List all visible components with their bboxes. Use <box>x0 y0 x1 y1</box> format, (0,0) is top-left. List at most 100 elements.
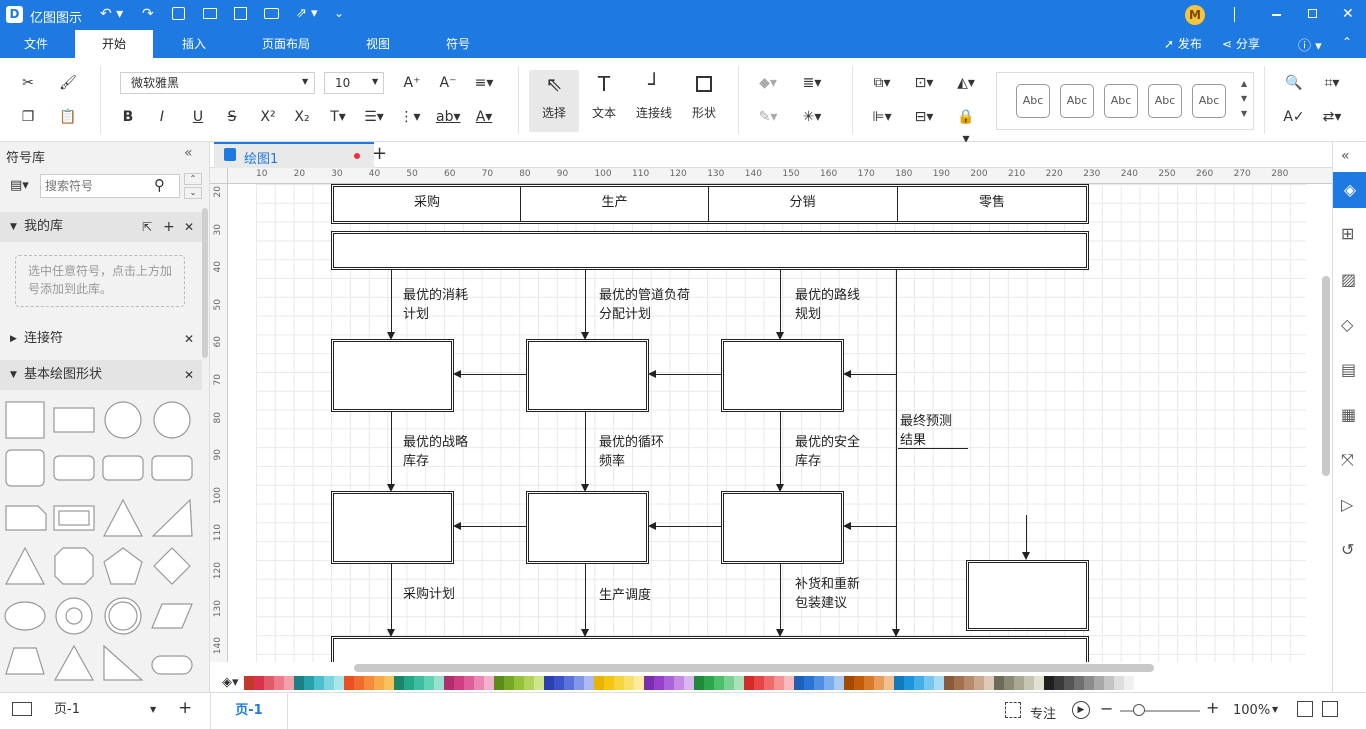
collapse-ribbon-icon[interactable]: ⌃ <box>1342 35 1352 49</box>
canvas-hscroll-thumb[interactable] <box>354 664 1154 672</box>
color-swatch[interactable] <box>394 676 404 690</box>
tab-home[interactable]: 开始 <box>75 30 153 58</box>
shrink-font-icon[interactable]: A⁻ <box>436 72 460 94</box>
color-swatch[interactable] <box>574 676 584 690</box>
triangle3-shape-icon[interactable] <box>53 644 95 681</box>
page-select[interactable]: 页-1 ▼ <box>46 699 160 721</box>
color-swatch[interactable] <box>414 676 424 690</box>
color-swatch[interactable] <box>1124 676 1134 690</box>
rectangle-shape-icon[interactable] <box>53 407 95 433</box>
color-swatch[interactable] <box>374 676 384 690</box>
color-swatch[interactable] <box>894 676 904 690</box>
style-preset-4[interactable]: Abc <box>1148 84 1182 118</box>
color-swatch[interactable] <box>344 676 354 690</box>
color-swatch[interactable] <box>994 676 1004 690</box>
color-swatch[interactable] <box>1104 676 1114 690</box>
zoom-level[interactable]: 100% <box>1233 703 1270 718</box>
color-swatch[interactable] <box>664 676 674 690</box>
tab-page-layout[interactable]: 页面布局 <box>250 30 322 58</box>
font-color-icon[interactable]: A▾ <box>472 106 496 128</box>
header-distribution[interactable]: 分销 <box>709 185 896 221</box>
print-icon[interactable] <box>264 8 279 19</box>
page-overview-icon[interactable] <box>12 702 32 716</box>
header-retail[interactable]: 零售 <box>898 185 1086 221</box>
distribute-icon[interactable]: ⊟▾ <box>912 106 936 128</box>
color-swatch[interactable] <box>864 676 874 690</box>
color-swatch[interactable] <box>584 676 594 690</box>
color-swatch[interactable] <box>914 676 924 690</box>
color-swatch[interactable] <box>354 676 364 690</box>
effect-icon[interactable]: ✳▾ <box>800 106 824 128</box>
color-swatch[interactable] <box>594 676 604 690</box>
color-swatch[interactable] <box>984 676 994 690</box>
focus-mode-icon[interactable] <box>1005 702 1021 718</box>
connector-line[interactable] <box>780 563 781 629</box>
color-swatch[interactable] <box>824 676 834 690</box>
color-swatch[interactable] <box>954 676 964 690</box>
replace-icon[interactable]: ⇄▾ <box>1320 106 1344 128</box>
bullets-icon[interactable]: ⋮▾ <box>398 106 422 128</box>
rounded-rect2-shape-icon[interactable] <box>102 455 144 481</box>
spellcheck-icon[interactable]: A✓ <box>1282 106 1306 128</box>
parallelogram-shape-icon[interactable] <box>151 603 193 629</box>
color-swatch[interactable] <box>494 676 504 690</box>
text-style-icon[interactable]: T▾ <box>326 106 350 128</box>
connector-line[interactable] <box>780 411 781 484</box>
tab-file[interactable]: 文件 <box>0 30 72 58</box>
add-page-button[interactable]: + <box>178 698 192 718</box>
align-left-icon[interactable]: ⊫▾ <box>870 106 894 128</box>
lock-icon[interactable]: 🔒▾ <box>954 106 978 147</box>
style-preset-1[interactable]: Abc <box>1016 84 1050 118</box>
rounded-rect3-shape-icon[interactable] <box>151 455 193 481</box>
zoom-slider-thumb[interactable] <box>1133 704 1145 716</box>
color-swatch[interactable] <box>794 676 804 690</box>
line-style-icon[interactable]: ≣▾ <box>800 72 824 94</box>
connectors-header[interactable]: ▶ 连接符 ✕ <box>0 325 202 353</box>
snip-rect-shape-icon[interactable] <box>5 505 47 531</box>
color-swatch[interactable] <box>304 676 314 690</box>
process-box-r2c2[interactable] <box>526 491 649 564</box>
share-button[interactable]: ⋖ 分享 <box>1222 35 1260 52</box>
zoom-in-button[interactable]: + <box>1206 698 1219 717</box>
color-swatch[interactable] <box>804 676 814 690</box>
connector-line[interactable] <box>850 526 896 527</box>
color-swatch[interactable] <box>424 676 434 690</box>
minimize-button[interactable] <box>1272 14 1281 16</box>
grid-panel-icon[interactable]: ⊞ <box>1341 224 1361 244</box>
fill-panel-button[interactable]: ◈ <box>1333 172 1366 208</box>
restore-button[interactable] <box>1308 9 1317 18</box>
pentagon-shape-icon[interactable] <box>103 547 143 585</box>
save-icon[interactable] <box>234 7 247 20</box>
customize-icon[interactable]: ⌄ <box>334 6 344 20</box>
close-icon[interactable]: ✕ <box>184 212 194 242</box>
header-procurement[interactable]: 采购 <box>334 185 520 221</box>
color-swatch[interactable] <box>854 676 864 690</box>
add-icon[interactable]: + <box>163 212 175 242</box>
circle2-shape-icon[interactable] <box>153 401 191 439</box>
color-swatch[interactable] <box>1044 676 1054 690</box>
connector-line[interactable] <box>585 563 586 629</box>
connector-tool-button[interactable]: ┘ 连接线 <box>629 70 679 132</box>
fit-page-icon[interactable] <box>1297 701 1313 717</box>
collapse-right-icon[interactable]: « <box>1341 148 1361 168</box>
style-preset-5[interactable]: Abc <box>1192 84 1226 118</box>
right-triangle-shape-icon[interactable] <box>151 498 193 537</box>
import-icon[interactable]: ⇱ <box>142 212 152 242</box>
line-spacing-icon[interactable]: ☰▾ <box>362 106 386 128</box>
color-swatch[interactable] <box>744 676 754 690</box>
color-swatch[interactable] <box>554 676 564 690</box>
connector-line[interactable] <box>585 411 586 484</box>
color-swatch[interactable] <box>1014 676 1024 690</box>
publish-button[interactable]: ➚ 发布 <box>1164 35 1202 52</box>
color-swatch[interactable] <box>364 676 374 690</box>
align-icon[interactable]: ≡▾ <box>472 72 496 94</box>
color-swatch[interactable] <box>1004 676 1014 690</box>
color-swatch[interactable] <box>454 676 464 690</box>
triangle-shape-icon[interactable] <box>103 498 143 537</box>
label-production-schedule[interactable]: 生产调度 <box>599 586 651 605</box>
color-swatch[interactable] <box>294 676 304 690</box>
superscript-icon[interactable]: X² <box>256 106 280 128</box>
open-folder-icon[interactable] <box>203 8 217 19</box>
gallery-scroll-icon[interactable]: ▲ ▼ ▼ <box>1241 76 1247 121</box>
color-swatch[interactable] <box>814 676 824 690</box>
